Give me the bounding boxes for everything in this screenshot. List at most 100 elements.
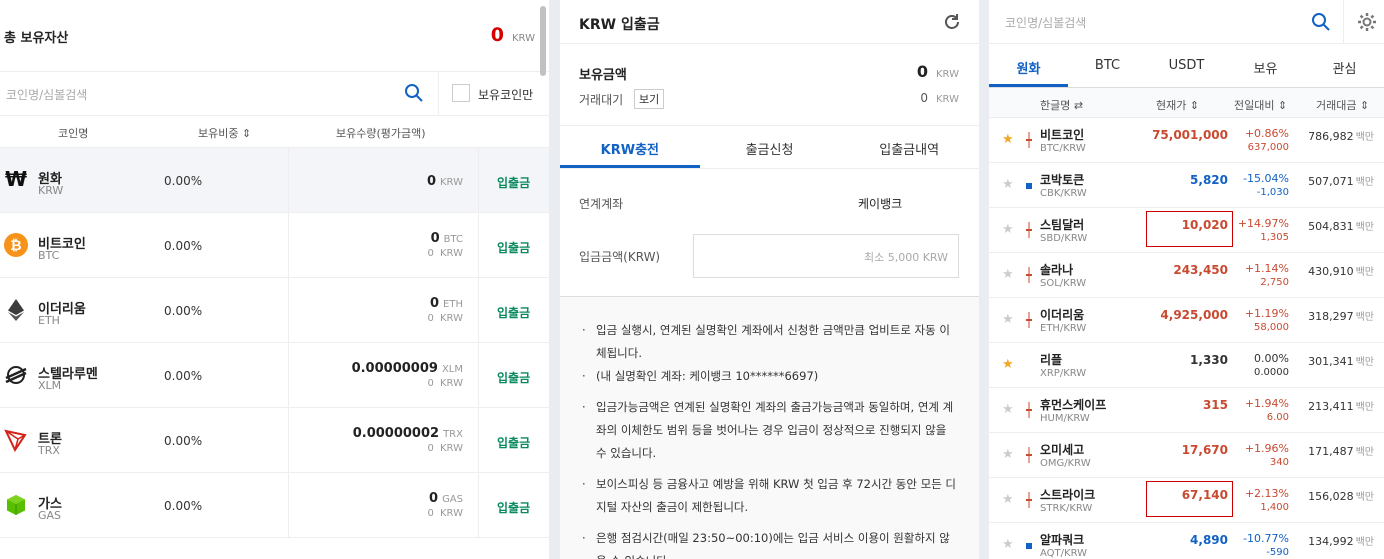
pending-value: 0 KRW — [920, 91, 959, 105]
col-amount[interactable]: 보유수량(평가금액) — [336, 125, 426, 141]
svg-text:₩: ₩ — [5, 168, 27, 191]
favorite-star-icon[interactable]: ★ — [1002, 493, 1014, 506]
coin-row[interactable]: ★ 비트코인 BTC/KRW 75,001,000 +0.86% 637,000 … — [989, 118, 1384, 163]
asset-search-input[interactable]: 코인명/심볼검색 — [6, 86, 87, 103]
coin-ticker: SOL/KRW — [1040, 278, 1087, 289]
price-candle-icon — [1025, 535, 1033, 555]
panel-title: KRW 입출금 — [579, 17, 660, 33]
refresh-icon[interactable] — [943, 13, 961, 35]
view-button[interactable]: 보기 — [634, 89, 665, 109]
coin-row[interactable]: ★ 오미세고 OMG/KRW 17,670 +1.96% 340 171,487 백… — [989, 433, 1384, 478]
coin-volume: 504,831 백만 — [1308, 220, 1374, 233]
coin-row[interactable]: ★ 스트라이크 STRK/KRW 67,140 +2.13% 1,400 156,… — [989, 478, 1384, 523]
asset-row[interactable]: 가스 GAS 0.00% 0 GAS 0 KRW 입출금 — [0, 473, 549, 538]
balance-label: 보유금액 — [579, 68, 627, 83]
tab-held[interactable]: 보유 — [1226, 44, 1305, 87]
coin-name: 리플 — [1040, 353, 1063, 367]
asset-search-bar: 코인명/심볼검색 보유코인만 — [0, 72, 549, 116]
asset-row[interactable]: ₩ 원화 KRW 0.00% 0 KRW 입출금 — [0, 148, 549, 213]
gas-icon — [4, 493, 28, 517]
col-price[interactable]: 현재가 ⇕ — [1156, 97, 1199, 113]
coin-ticker: SBD/KRW — [1040, 233, 1088, 244]
tab-krw[interactable]: 원화 — [989, 44, 1068, 87]
deposit-withdraw-button[interactable]: 입출금 — [497, 304, 530, 321]
asset-amount: 0.00000009 XLM 0 KRW — [351, 361, 463, 389]
col-ratio[interactable]: 보유비중 ⇕ — [198, 125, 251, 141]
price-candle-icon — [1025, 175, 1033, 195]
coin-ticker: HUM/KRW — [1040, 413, 1090, 424]
coin-volume: 301,341 백만 — [1308, 355, 1374, 368]
col-coin-name[interactable]: 코인명 — [58, 125, 88, 141]
tab-krw-charge[interactable]: KRW충전 — [560, 126, 700, 168]
favorite-star-icon[interactable]: ★ — [1002, 133, 1014, 146]
favorite-star-icon[interactable]: ★ — [1002, 268, 1014, 281]
price-candle-icon — [1025, 445, 1033, 465]
asset-row[interactable]: 이더리움 ETH 0.00% 0 ETH 0 KRW 입출금 — [0, 278, 549, 343]
tab-btc[interactable]: BTC — [1068, 44, 1147, 87]
favorite-star-icon[interactable]: ★ — [1002, 358, 1014, 371]
coin-name: 알파쿼크 — [1040, 533, 1085, 547]
coin-row[interactable]: ★ 스팀달러 SBD/KRW 10,020 +14.97% 1,305 504,8… — [989, 208, 1384, 253]
deposit-withdraw-button[interactable]: 입출금 — [497, 499, 530, 516]
held-only-label[interactable]: 보유코인만 — [478, 86, 533, 103]
coin-change: -15.04% -1,030 — [1243, 172, 1289, 198]
scrollbar[interactable] — [540, 6, 546, 76]
gear-icon[interactable] — [1357, 12, 1377, 36]
asset-row[interactable]: 트론 TRX 0.00% 0.00000002 TRX 0 KRW 입출금 — [0, 408, 549, 473]
deposit-withdraw-button[interactable]: 입출금 — [497, 174, 530, 191]
balance-section: 보유금액 0 KRW 거래대기 보기 0 KRW — [560, 44, 979, 126]
price-candle-icon — [1025, 400, 1033, 420]
favorite-star-icon[interactable]: ★ — [1002, 403, 1014, 416]
deposit-withdraw-button[interactable]: 입출금 — [497, 369, 530, 386]
coin-name: 휴먼스케이프 — [1040, 398, 1107, 412]
favorite-star-icon[interactable]: ★ — [1002, 313, 1014, 326]
coin-row[interactable]: ★ 코박토큰 CBK/KRW 5,820 -15.04% -1,030 507,0… — [989, 163, 1384, 208]
coin-row[interactable]: ★ 솔라나 SOL/KRW 243,450 +1.14% 2,750 430,91… — [989, 253, 1384, 298]
total-assets-title: 총 보유자산 — [4, 31, 69, 46]
col-change[interactable]: 전일대비 ⇕ — [1234, 97, 1287, 113]
search-icon[interactable] — [404, 83, 424, 107]
deposit-withdraw-button[interactable]: 입출금 — [497, 434, 530, 451]
held-only-checkbox[interactable] — [452, 84, 470, 102]
coin-name: 코박토큰 — [1040, 173, 1085, 187]
asset-ratio: 0.00% — [164, 174, 203, 188]
coin-ticker: OMG/KRW — [1040, 458, 1091, 469]
asset-row[interactable]: ₿ 비트코인 BTC 0.00% 0 BTC 0 KRW 입출금 — [0, 213, 549, 278]
asset-ticker: TRX — [38, 444, 60, 457]
col-volume[interactable]: 거래대금 ⇕ — [1316, 97, 1369, 113]
coin-ticker: ETH/KRW — [1040, 323, 1087, 334]
coin-volume: 786,982 백만 — [1308, 130, 1374, 143]
total-assets-value: 0 KRW — [491, 24, 535, 46]
favorite-star-icon[interactable]: ★ — [1002, 223, 1014, 236]
notice-box: 입금 실행시, 연계된 실명확인 계좌에서 신청한 금액만큼 업비트로 자동 이… — [560, 297, 979, 559]
coin-ticker: BTC/KRW — [1040, 143, 1086, 154]
tab-favorites[interactable]: 관심 — [1305, 44, 1384, 87]
coin-row[interactable]: ★ 휴먼스케이프 HUM/KRW 315 +1.94% 6.00 213,411 백… — [989, 388, 1384, 433]
asset-table-header: 코인명 보유비중 ⇕ 보유수량(평가금액) — [0, 116, 549, 148]
coin-list: ★ 비트코인 BTC/KRW 75,001,000 +0.86% 637,000 … — [989, 118, 1384, 559]
tab-history[interactable]: 입출금내역 — [839, 126, 979, 168]
favorite-star-icon[interactable]: ★ — [1002, 538, 1014, 551]
favorite-star-icon[interactable]: ★ — [1002, 178, 1014, 191]
asset-row[interactable]: 스텔라루멘 XLM 0.00% 0.00000009 XLM 0 KRW 입출금 — [0, 343, 549, 408]
coin-price: 75,001,000 — [1152, 128, 1228, 142]
deposit-withdraw-button[interactable]: 입출금 — [497, 239, 530, 256]
asset-ratio: 0.00% — [164, 304, 203, 318]
coin-price: 67,140 — [1181, 488, 1228, 502]
search-icon[interactable] — [1311, 12, 1331, 36]
market-tabs: 원화 BTC USDT 보유 관심 — [989, 44, 1384, 88]
coin-row[interactable]: ★ 이더리움 ETH/KRW 4,925,000 +1.19% 58,000 31… — [989, 298, 1384, 343]
price-candle-icon — [1025, 355, 1033, 375]
coin-row[interactable]: ★ 리플 XRP/KRW 1,330 0.00% 0.0000 301,341 백만 — [989, 343, 1384, 388]
favorite-star-icon[interactable]: ★ — [1002, 448, 1014, 461]
tab-usdt[interactable]: USDT — [1147, 44, 1226, 87]
col-korean-name[interactable]: 한글명 ⇄ — [1040, 97, 1083, 113]
coin-row[interactable]: ★ 알파쿼크 AQT/KRW 4,890 -10.77% -590 134,992… — [989, 523, 1384, 559]
coin-change: 0.00% 0.0000 — [1254, 352, 1289, 378]
deposit-form: 연계계좌 케이뱅크 입금금액(KRW) 최소 5,000 KRW — [560, 169, 979, 297]
coin-ticker: CBK/KRW — [1040, 188, 1087, 199]
deposit-amount-input[interactable]: 최소 5,000 KRW — [693, 234, 959, 278]
tab-withdraw-request[interactable]: 출금신청 — [700, 126, 840, 168]
market-search-input[interactable]: 코인명/심볼검색 — [1005, 14, 1086, 31]
coin-change: +1.19% 58,000 — [1244, 307, 1289, 333]
